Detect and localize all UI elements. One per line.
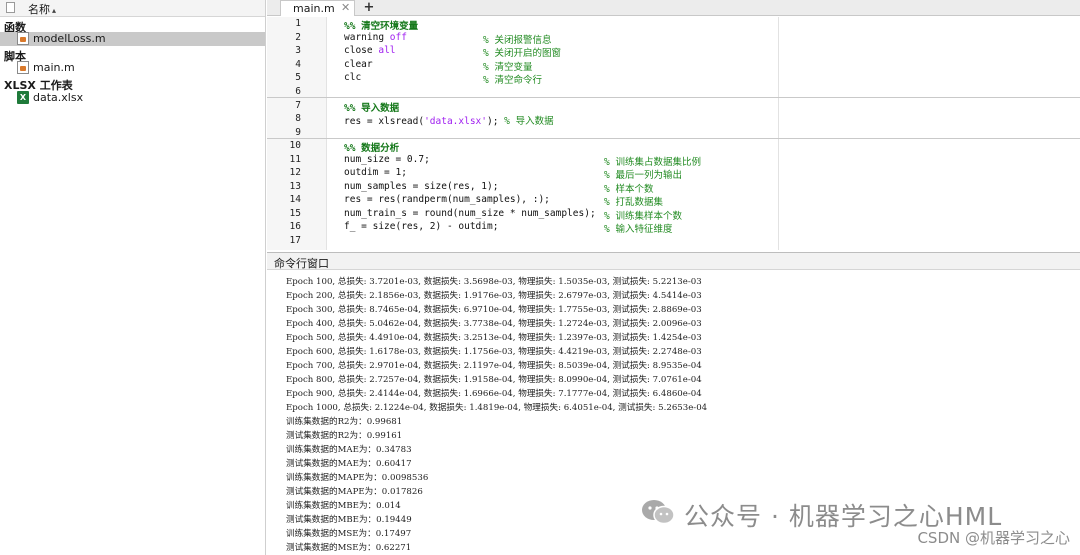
line-number: 2: [295, 32, 301, 43]
output-line: 训练集数据的MAE为：0.34783: [286, 445, 412, 455]
command-window-title: 命令行窗口: [267, 253, 1080, 270]
wechat-icon: [642, 500, 675, 525]
output-line: Epoch 200, 总损失: 2.1856e-03, 数据损失: 1.9176…: [286, 291, 702, 301]
line-number: 9: [295, 127, 301, 138]
line-number: 11: [289, 154, 301, 165]
output-line: Epoch 100, 总损失: 3.7201e-03, 数据损失: 3.5698…: [286, 277, 702, 287]
line-number: 5: [295, 72, 301, 83]
output-line: Epoch 300, 总损失: 8.7465e-04, 数据损失: 6.9710…: [286, 305, 702, 315]
code-comment: % 清空变量: [483, 62, 533, 73]
new-tab-button[interactable]: +: [359, 0, 379, 16]
xlsx-file-icon: X: [17, 91, 29, 104]
code-line-12: outdim = 1;: [344, 167, 407, 178]
code-line-15: num_train_s = round(num_size * num_sampl…: [344, 208, 596, 219]
code-comment: % 训练集占数据集比例: [604, 157, 701, 168]
code-line-10: %% 数据分析: [344, 143, 400, 154]
code-line-3: close all: [344, 45, 396, 56]
editor-tab-bar: main.m ✕ +: [267, 0, 1080, 16]
output-line: Epoch 500, 总损失: 4.4910e-04, 数据损失: 3.2513…: [286, 333, 702, 343]
file-item-data[interactable]: X data.xlsx: [0, 91, 265, 105]
line-number: 15: [289, 208, 301, 219]
file-item-main[interactable]: main.m: [0, 61, 265, 75]
code-line-13: num_samples = size(res, 1);: [344, 181, 499, 192]
output-line: 训练集数据的MBE为：0.014: [286, 501, 401, 511]
line-number: 13: [289, 181, 301, 192]
line-number: 7: [295, 100, 301, 111]
line-number: 3: [295, 45, 301, 56]
output-line: 测试集数据的MBE为：0.19449: [286, 515, 412, 525]
output-line: 测试集数据的MAE为：0.60417: [286, 459, 412, 469]
line-number: 8: [295, 113, 301, 124]
sort-ascending-icon: ▴: [52, 6, 57, 15]
code-area[interactable]: %% 清空环境变量 warning off % 关闭报警信息 close all…: [328, 17, 1080, 250]
line-number: 17: [289, 235, 301, 246]
file-item-modelloss[interactable]: modelLoss.m: [0, 32, 265, 46]
name-column-header[interactable]: 名称 ▴: [28, 1, 56, 17]
line-number-gutter: 1 2 3 4 5 6 7 8 9 10 11 12 13 14 15 16 1…: [267, 17, 327, 250]
file-list-header: 名称 ▴: [0, 0, 265, 17]
code-comment: % 输入特征维度: [604, 224, 673, 235]
output-line: 训练集数据的R2为：0.99681: [286, 417, 403, 427]
current-folder-panel: 名称 ▴ 函数 modelLoss.m 脚本 main.m XLSX 工作表 X …: [0, 0, 266, 555]
code-comment: % 清空命令行: [483, 75, 542, 86]
code-line-7: %% 导入数据: [344, 103, 400, 114]
code-editor: main.m ✕ + 1 2 3 4 5 6 7 8 9 10 11 12 13…: [267, 0, 1080, 250]
code-comment: % 训练集样本个数: [604, 211, 682, 222]
line-number: 16: [289, 221, 301, 232]
code-comment: % 最后一列为输出: [604, 170, 682, 181]
file-name: modelLoss.m: [33, 32, 106, 45]
output-line: Epoch 800, 总损失: 2.7257e-04, 数据损失: 1.9158…: [286, 375, 702, 385]
code-comment: % 样本个数: [604, 184, 654, 195]
file-name: main.m: [33, 61, 75, 74]
code-comment: % 打乱数据集: [604, 197, 663, 208]
line-number: 6: [295, 86, 301, 97]
line-number: 4: [295, 59, 301, 70]
output-line: Epoch 1000, 总损失: 2.1224e-04, 数据损失: 1.481…: [286, 403, 708, 413]
code-line-5: clc: [344, 72, 362, 83]
code-line-2: warning off: [344, 32, 407, 43]
code-line-16: f_ = size(res, 2) - outdim;: [344, 221, 499, 232]
tab-main-m[interactable]: main.m ✕: [280, 0, 355, 16]
code-line-14: res = res(randperm(num_samples), :);: [344, 194, 550, 205]
line-number: 14: [289, 194, 301, 205]
m-file-icon: [17, 61, 29, 74]
csdn-watermark: CSDN @机器学习之心: [917, 529, 1070, 547]
output-line: Epoch 700, 总损失: 2.9701e-04, 数据损失: 2.1197…: [286, 361, 702, 371]
file-name: data.xlsx: [33, 91, 84, 104]
line-number: 1: [295, 18, 301, 29]
output-line: 测试集数据的MSE为：0.62271: [286, 543, 412, 553]
select-all-checkbox[interactable]: [6, 2, 15, 13]
tab-label: main.m: [293, 2, 335, 15]
line-number: 12: [289, 167, 301, 178]
output-line: Epoch 400, 总损失: 5.0462e-04, 数据损失: 3.7738…: [286, 319, 702, 329]
output-line: 训练集数据的MSE为：0.17497: [286, 529, 412, 539]
output-line: 测试集数据的MAPE为：0.017826: [286, 487, 423, 497]
code-comment: % 关闭报警信息: [483, 35, 552, 46]
code-line-11: num_size = 0.7;: [344, 154, 430, 165]
code-line-8: res = xlsread('data.xlsx'); % 导入数据: [344, 116, 554, 127]
code-line-1: %% 清空环境变量: [344, 21, 419, 32]
output-line: 训练集数据的MAPE为：0.0098536: [286, 473, 429, 483]
output-line: Epoch 600, 总损失: 1.6178e-03, 数据损失: 1.1756…: [286, 347, 702, 357]
code-comment: % 关闭开启的图窗: [483, 48, 561, 59]
output-line: Epoch 900, 总损失: 2.4144e-04, 数据损失: 1.6966…: [286, 389, 702, 399]
line-number: 10: [289, 140, 301, 151]
output-line: 测试集数据的R2为：0.99161: [286, 431, 403, 441]
code-line-4: clear: [344, 59, 373, 70]
m-file-icon: [17, 32, 29, 45]
close-tab-icon[interactable]: ✕: [341, 1, 350, 14]
